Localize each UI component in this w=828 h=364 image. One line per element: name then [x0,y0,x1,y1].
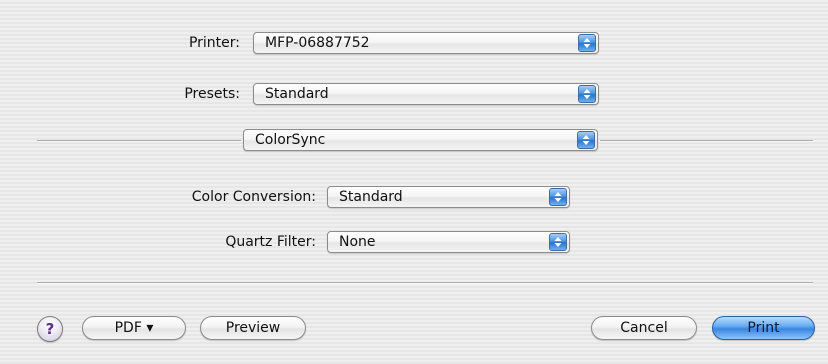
cancel-button[interactable]: Cancel [591,316,697,340]
print-button-label: Print [747,320,780,336]
updown-arrows-icon [578,85,596,103]
updown-arrows-icon [578,34,596,52]
presets-value: Standard [265,86,329,102]
pane-value: ColorSync [255,132,326,148]
printer-value: MFP-06887752 [265,35,370,51]
help-button[interactable]: ? [37,316,63,342]
pane-popup[interactable]: ColorSync [243,129,598,151]
color-conversion-label: Color Conversion: [191,189,316,205]
quartz-filter-label: Quartz Filter: [225,234,316,250]
pdf-button-label: PDF ▾ [114,320,154,336]
cancel-button-label: Cancel [620,320,668,336]
preview-button-label: Preview [225,320,281,336]
updown-arrows-icon [549,188,567,206]
presets-label: Presets: [184,86,240,102]
help-icon: ? [45,320,55,338]
bottom-separator [37,282,813,284]
pane-separator-left [37,140,241,142]
quartz-filter-value: None [339,234,376,250]
presets-popup[interactable]: Standard [253,83,599,105]
color-conversion-value: Standard [339,189,403,205]
pane-separator-right [600,140,813,142]
pdf-menu-button[interactable]: PDF ▾ [82,316,186,340]
color-conversion-popup[interactable]: Standard [327,186,570,208]
print-button[interactable]: Print [712,316,815,340]
updown-arrows-icon [549,233,567,251]
preview-button[interactable]: Preview [200,316,306,340]
updown-arrows-icon [577,131,595,149]
printer-label: Printer: [188,35,240,51]
quartz-filter-popup[interactable]: None [327,231,570,253]
printer-popup[interactable]: MFP-06887752 [253,32,599,54]
